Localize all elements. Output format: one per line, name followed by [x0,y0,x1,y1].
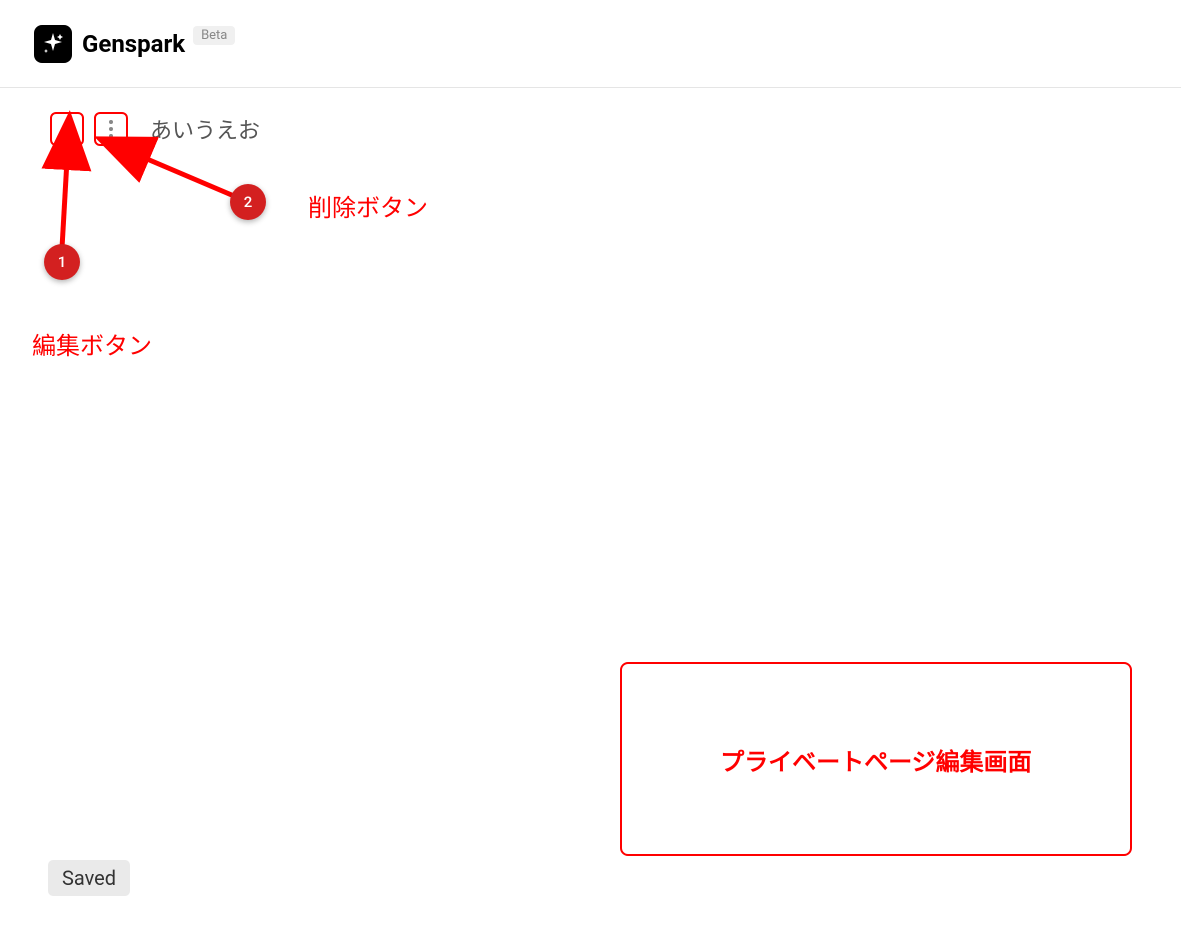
annotation-marker-1: 1 [44,244,80,280]
app-header: Genspark Beta [0,0,1181,88]
brand-name: Genspark [82,30,185,58]
annotation-label-delete: 削除ボタン [308,188,428,223]
brand-logo [34,25,72,63]
saved-status-badge: Saved [48,860,130,896]
content-area: + あいうえお [0,88,1181,170]
plus-icon: + [61,118,74,140]
block-text[interactable]: あいうえお [150,113,260,145]
add-block-button[interactable]: + [50,112,84,146]
block-menu-button[interactable] [94,112,128,146]
block-row: + あいうえお [50,112,1131,146]
beta-badge: Beta [193,26,235,45]
marker-number: 1 [58,253,67,271]
annotation-label-edit: 編集ボタン [32,326,152,361]
sparkle-icon [40,31,66,57]
info-box-text: プライベートページ編集画面 [720,742,1032,777]
annotation-info-box: プライベートページ編集画面 [620,662,1132,856]
marker-number: 2 [244,193,253,211]
vertical-dots-icon [109,120,113,138]
annotation-marker-2: 2 [230,184,266,220]
